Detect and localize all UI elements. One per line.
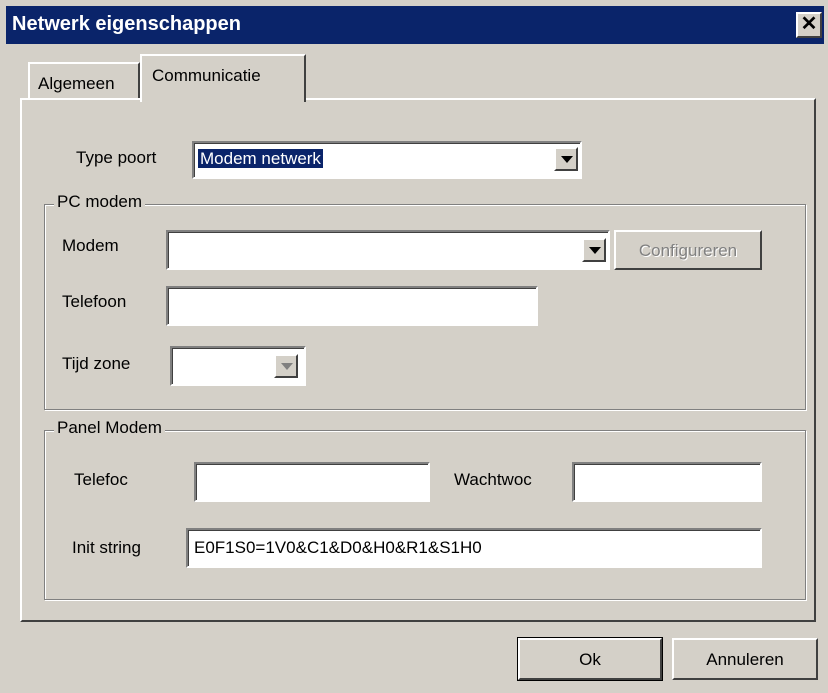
panel-phone-label: Telefoc xyxy=(74,470,128,489)
close-icon: ✕ xyxy=(800,13,818,35)
panel-modem-group xyxy=(44,430,806,600)
password-label: Wachtwoc xyxy=(454,470,532,489)
chevron-down-icon xyxy=(589,247,601,254)
phone-input[interactable] xyxy=(166,286,538,326)
port-type-dropdown-button[interactable] xyxy=(554,147,578,171)
configure-button-label: Configureren xyxy=(638,241,738,260)
phone-label: Telefoon xyxy=(62,292,127,311)
port-type-select[interactable]: Modem netwerk xyxy=(192,141,582,179)
cancel-button-label: Annuleren xyxy=(706,650,784,669)
port-type-value: Modem netwerk xyxy=(198,149,323,168)
ok-button[interactable]: Ok xyxy=(517,637,663,681)
init-string-label: Init string xyxy=(72,538,141,557)
dialog-window: Netwerk eigenschappen ✕ Algemeen Communi… xyxy=(0,0,828,693)
pc-modem-group-label: PC modem xyxy=(54,192,146,212)
tab-communicatie[interactable]: Communicatie xyxy=(140,54,306,102)
panel-phone-input[interactable] xyxy=(194,462,430,502)
chevron-down-icon xyxy=(281,363,293,370)
window-title: Netwerk eigenschappen xyxy=(12,13,241,35)
chevron-down-icon xyxy=(561,156,573,163)
configure-button[interactable]: Configureren xyxy=(614,230,762,270)
close-button[interactable]: ✕ xyxy=(796,12,822,38)
timezone-label: Tijd zone xyxy=(62,354,131,373)
modem-select[interactable] xyxy=(166,230,610,270)
init-string-value: E0F1S0=1V0&C1&D0&H0&R1&S1H0 xyxy=(194,538,482,557)
title-bar[interactable]: Netwerk eigenschappen ✕ xyxy=(6,6,824,44)
port-type-label: Type poort xyxy=(76,148,157,167)
init-string-input[interactable]: E0F1S0=1V0&C1&D0&H0&R1&S1H0 xyxy=(186,528,762,568)
timezone-dropdown-button[interactable] xyxy=(274,354,298,378)
modem-label: Modem xyxy=(62,236,119,255)
tab-algemeen[interactable]: Algemeen xyxy=(28,62,140,100)
cancel-button[interactable]: Annuleren xyxy=(672,638,818,680)
tab-communicatie-label: Communicatie xyxy=(152,66,261,85)
tab-algemeen-label: Algemeen xyxy=(38,74,115,93)
ok-button-label: Ok xyxy=(579,650,601,669)
modem-dropdown-button[interactable] xyxy=(582,238,606,262)
panel-modem-group-label: Panel Modem xyxy=(54,418,165,438)
password-input[interactable] xyxy=(572,462,762,502)
